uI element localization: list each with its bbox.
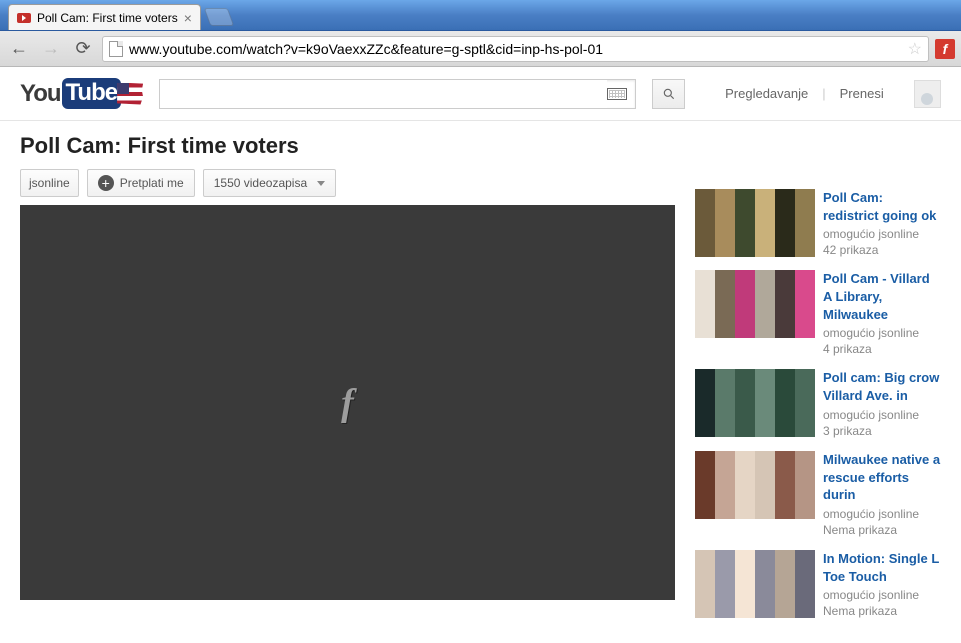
- related-views: 3 prikaza: [823, 423, 941, 439]
- video-player[interactable]: f: [20, 205, 675, 600]
- tab-title: Poll Cam: First time voters: [37, 11, 178, 25]
- channel-name-button[interactable]: jsonline: [20, 169, 79, 197]
- related-by: omogućio jsonline: [823, 506, 941, 522]
- related-info: Poll Cam: redistrict going ok omogućio js…: [823, 189, 941, 258]
- youtube-favicon: [17, 13, 31, 23]
- youtube-masthead: YouTube Pregledavanje | Prenesi: [0, 67, 961, 121]
- address-bar: ← → ⟳ ☆ f: [0, 31, 961, 67]
- masthead-nav: Pregledavanje | Prenesi: [711, 86, 898, 101]
- browser-tab[interactable]: Poll Cam: First time voters ×: [8, 4, 201, 30]
- subscribe-label: Pretplati me: [120, 176, 184, 190]
- subscribe-button[interactable]: + Pretplati me: [87, 169, 195, 197]
- related-thumbnail[interactable]: [695, 550, 815, 618]
- related-title[interactable]: Poll Cam - Villard A Library, Milwaukee: [823, 270, 941, 323]
- content: Poll Cam: First time voters jsonline + P…: [0, 121, 961, 643]
- related-thumbnail[interactable]: [695, 270, 815, 338]
- related-by: omogućio jsonline: [823, 226, 941, 242]
- video-count-label: 1550 videozapisa: [214, 176, 307, 190]
- related-views: Nema prikaza: [823, 603, 941, 619]
- related-item[interactable]: Poll Cam - Villard A Library, Milwaukee o…: [695, 270, 941, 357]
- back-button[interactable]: ←: [6, 36, 32, 62]
- bookmark-star-icon[interactable]: ☆: [908, 39, 922, 59]
- related-sidebar: Poll Cam: redistrict going ok omogućio js…: [695, 133, 941, 631]
- related-title[interactable]: Poll Cam: redistrict going ok: [823, 189, 941, 224]
- browse-link[interactable]: Pregledavanje: [711, 86, 822, 101]
- forward-button[interactable]: →: [38, 36, 64, 62]
- page-icon: [109, 41, 123, 57]
- flash-extension-icon[interactable]: f: [935, 39, 955, 59]
- search-input[interactable]: [160, 80, 607, 108]
- related-item[interactable]: In Motion: Single L Toe Touch omogućio js…: [695, 550, 941, 619]
- search-box: [159, 79, 636, 109]
- tab-close-icon[interactable]: ×: [184, 10, 192, 26]
- upload-link[interactable]: Prenesi: [826, 86, 898, 101]
- search-button[interactable]: [652, 79, 685, 109]
- related-views: Nema prikaza: [823, 522, 941, 538]
- related-by: omogućio jsonline: [823, 325, 941, 341]
- avatar[interactable]: [914, 80, 941, 108]
- main-column: Poll Cam: First time voters jsonline + P…: [20, 133, 675, 631]
- new-tab-button[interactable]: [204, 8, 235, 26]
- related-item[interactable]: Milwaukee native a rescue efforts durin o…: [695, 451, 941, 538]
- plus-icon: +: [98, 175, 114, 191]
- youtube-logo[interactable]: YouTube: [20, 78, 143, 109]
- related-info: Milwaukee native a rescue efforts durin o…: [823, 451, 941, 538]
- related-by: omogućio jsonline: [823, 407, 941, 423]
- related-views: 4 prikaza: [823, 341, 941, 357]
- keyboard-icon[interactable]: [607, 88, 627, 100]
- related-title[interactable]: Poll cam: Big crow Villard Ave. in: [823, 369, 941, 404]
- related-thumbnail[interactable]: [695, 189, 815, 257]
- related-thumbnail[interactable]: [695, 451, 815, 519]
- related-item[interactable]: Poll cam: Big crow Villard Ave. in omoguć…: [695, 369, 941, 438]
- flag-icon: [117, 83, 143, 105]
- channel-row: jsonline + Pretplati me 1550 videozapisa: [20, 169, 675, 197]
- related-info: Poll cam: Big crow Villard Ave. in omoguć…: [823, 369, 941, 438]
- related-views: 42 prikaza: [823, 242, 941, 258]
- video-title: Poll Cam: First time voters: [20, 133, 675, 159]
- related-thumbnail[interactable]: [695, 369, 815, 437]
- chevron-down-icon: [317, 181, 325, 186]
- related-info: In Motion: Single L Toe Touch omogućio js…: [823, 550, 941, 619]
- related-by: omogućio jsonline: [823, 587, 941, 603]
- reload-button[interactable]: ⟳: [70, 36, 96, 62]
- url-input[interactable]: [129, 37, 902, 61]
- related-info: Poll Cam - Villard A Library, Milwaukee o…: [823, 270, 941, 357]
- channel-name-label: jsonline: [29, 176, 70, 190]
- flash-logo-icon: f: [341, 381, 354, 425]
- search-icon: [662, 87, 676, 101]
- related-item[interactable]: Poll Cam: redistrict going ok omogućio js…: [695, 189, 941, 258]
- video-count-button[interactable]: 1550 videozapisa: [203, 169, 336, 197]
- window-chrome: Poll Cam: First time voters ×: [0, 0, 961, 31]
- related-title[interactable]: In Motion: Single L Toe Touch: [823, 550, 941, 585]
- related-title[interactable]: Milwaukee native a rescue efforts durin: [823, 451, 941, 504]
- omnibox[interactable]: ☆: [102, 36, 929, 62]
